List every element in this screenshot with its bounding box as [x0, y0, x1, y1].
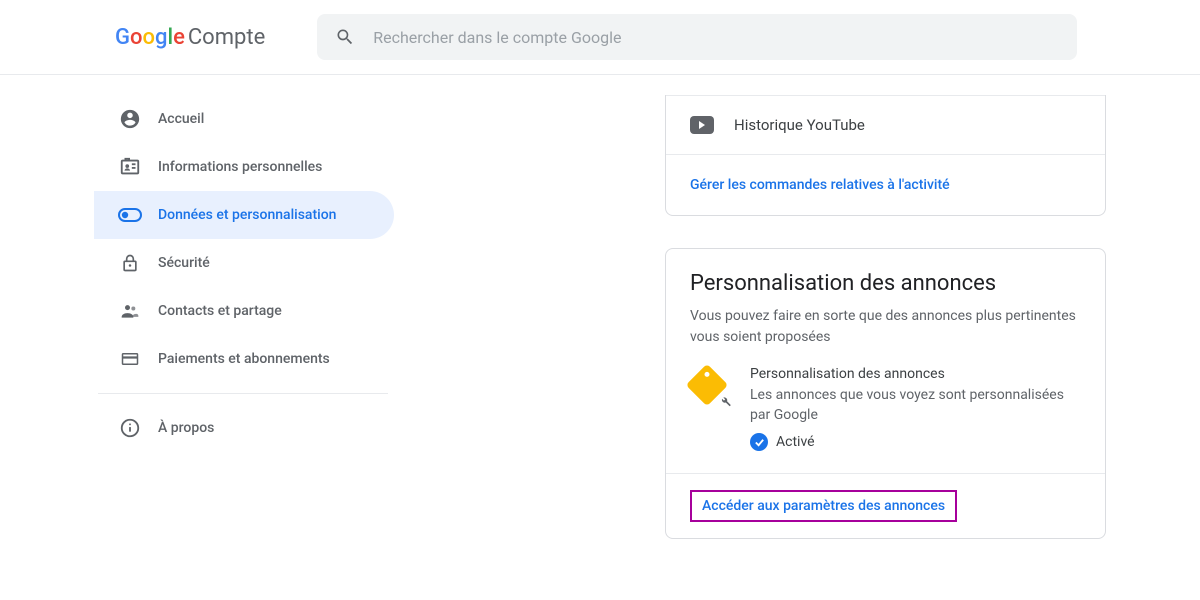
ads-card-footer: Accéder aux paramètres des annonces — [666, 473, 1105, 538]
main-content: Historique YouTube Gérer les commandes r… — [400, 95, 1200, 539]
highlight-annotation: Accéder aux paramètres des annonces — [690, 490, 957, 522]
ads-settings-link[interactable]: Accéder aux paramètres des annonces — [702, 498, 945, 514]
search-icon — [335, 27, 355, 47]
sidebar-item-security[interactable]: Sécurité — [94, 239, 394, 287]
ads-personalization-card: Personnalisation des annonces Vous pouve… — [665, 248, 1106, 539]
sidebar-divider — [98, 393, 388, 394]
people-icon — [118, 299, 142, 323]
logo-suffix: Compte — [188, 25, 265, 50]
ads-row-desc: Les annonces que vous voyez sont personn… — [750, 386, 1081, 425]
credit-card-icon — [118, 347, 142, 371]
sidebar: Accueil Informations personnelles Donnée… — [0, 95, 400, 539]
sidebar-item-label: À propos — [158, 420, 214, 436]
youtube-icon — [690, 116, 714, 134]
header: Google Compte Rechercher dans le compte … — [0, 0, 1200, 75]
sidebar-item-data-personalization[interactable]: Données et personnalisation — [94, 191, 394, 239]
check-circle-icon — [750, 433, 768, 451]
ads-card-title: Personnalisation des annonces — [690, 271, 1081, 296]
youtube-history-row[interactable]: Historique YouTube — [666, 95, 1105, 154]
google-logo[interactable]: Google Compte — [115, 25, 265, 50]
sidebar-item-label: Paiements et abonnements — [158, 351, 330, 367]
sidebar-item-home[interactable]: Accueil — [94, 95, 394, 143]
toggle-icon — [118, 203, 142, 227]
sidebar-item-contacts-sharing[interactable]: Contacts et partage — [94, 287, 394, 335]
ads-card-subtitle: Vous pouvez faire en sorte que des annon… — [690, 306, 1081, 348]
ads-status: Activé — [750, 433, 1081, 451]
sidebar-item-payments[interactable]: Paiements et abonnements — [94, 335, 394, 383]
activity-history-card: Historique YouTube Gérer les commandes r… — [665, 95, 1106, 216]
sidebar-item-label: Sécurité — [158, 255, 210, 271]
sidebar-item-label: Accueil — [158, 111, 204, 127]
manage-activity-link[interactable]: Gérer les commandes relatives à l'activi… — [690, 177, 950, 193]
sidebar-item-about[interactable]: À propos — [94, 404, 394, 452]
lock-icon — [118, 251, 142, 275]
ad-tag-icon — [690, 366, 730, 406]
ads-personalization-row[interactable]: Personnalisation des annonces Les annonc… — [666, 366, 1105, 473]
search-input[interactable]: Rechercher dans le compte Google — [317, 14, 1077, 60]
manage-activity-link-row: Gérer les commandes relatives à l'activi… — [666, 154, 1105, 215]
youtube-history-label: Historique YouTube — [734, 116, 865, 134]
account-circle-icon — [118, 107, 142, 131]
sidebar-item-personal-info[interactable]: Informations personnelles — [94, 143, 394, 191]
sidebar-item-label: Contacts et partage — [158, 303, 282, 319]
id-card-icon — [118, 155, 142, 179]
search-placeholder: Rechercher dans le compte Google — [373, 28, 621, 47]
ads-row-title: Personnalisation des annonces — [750, 366, 1081, 382]
sidebar-item-label: Informations personnelles — [158, 159, 322, 175]
info-icon — [118, 416, 142, 440]
ads-status-label: Activé — [776, 434, 815, 450]
sidebar-item-label: Données et personnalisation — [158, 207, 336, 223]
